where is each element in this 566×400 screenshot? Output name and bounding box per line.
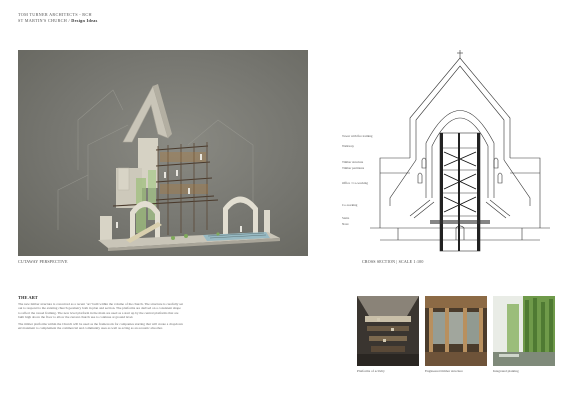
header: TOM TURNER ARCHITECTS - RCH ST MARTIN'S … xyxy=(18,12,98,24)
the-art-title: THE ART xyxy=(18,295,38,300)
cross-section-drawing: Tower with fire training Walkway Timber … xyxy=(342,48,550,260)
photo-timber-structure xyxy=(425,296,487,366)
section-label: Timber partitions xyxy=(342,166,365,170)
section-label: Timber structure xyxy=(342,160,364,164)
header-line-2: ST MARTIN'S CHURCH / Design Ideas xyxy=(18,18,98,23)
section-caption: CROSS SECTION | SCALE 1:100 xyxy=(362,259,424,264)
section-label: Nave xyxy=(342,222,349,226)
photo-planting xyxy=(493,296,555,366)
photo-caption: Platforms of activity xyxy=(357,369,385,373)
cutaway-perspective-image xyxy=(18,50,308,256)
photo-caption: Engineered timber structure xyxy=(425,369,463,373)
perspective-caption: CUTAWAY PERSPECTIVE xyxy=(18,259,68,264)
section-label: Co-working xyxy=(342,203,358,207)
header-subtitle: Design Ideas xyxy=(71,18,98,23)
the-art-paragraph: The new timber structure is conceived as… xyxy=(18,302,184,319)
photo-caption: Integrated planting xyxy=(493,369,519,373)
section-label: Office / Co-working xyxy=(342,181,368,185)
section-label: Stairs xyxy=(342,216,350,220)
section-label: Tower with fire training xyxy=(342,134,373,138)
photo-platforms xyxy=(357,296,419,366)
section-label: Walkway xyxy=(342,144,354,148)
the-art-paragraph: The timber platforms within the Church w… xyxy=(18,322,183,331)
the-art-text: The new timber structure is conceived as… xyxy=(18,302,183,334)
